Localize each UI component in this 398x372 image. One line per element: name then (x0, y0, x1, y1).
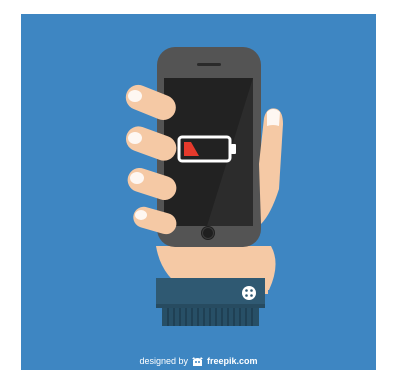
sleeve-cuff-shadow (156, 304, 265, 308)
credit-prefix: designed by (139, 356, 188, 366)
designer-credit: designed by freepik.com (21, 354, 376, 368)
thumb-nail (267, 109, 280, 126)
freepik-logo-icon (192, 356, 203, 366)
credit-brand: freepik.com (207, 356, 258, 366)
illustration-panel: designed by freepik.com (21, 14, 376, 370)
sleeve-stripes (167, 308, 253, 326)
canvas: designed by freepik.com (0, 0, 398, 372)
phone-speaker (197, 63, 221, 66)
home-button (201, 226, 215, 240)
illustration-art (125, 47, 283, 326)
thumb (259, 108, 283, 224)
cuff-button (242, 286, 256, 300)
